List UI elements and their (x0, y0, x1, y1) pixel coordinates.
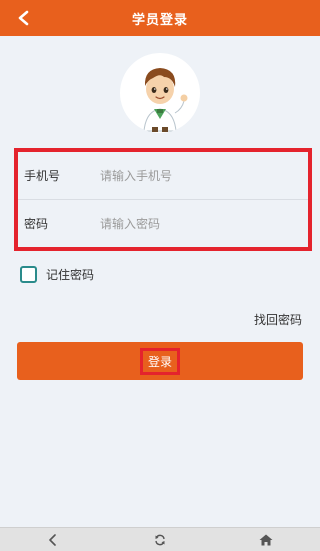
password-row: 密码 (18, 200, 308, 247)
back-icon (49, 534, 56, 546)
doctor-avatar-icon (143, 68, 188, 132)
remember-checkbox[interactable] (20, 266, 37, 283)
forgot-password-link[interactable]: 找回密码 (254, 311, 302, 328)
nav-back-button[interactable] (45, 532, 61, 548)
system-nav-bar (0, 527, 320, 551)
refresh-icon (155, 534, 165, 546)
home-icon (259, 534, 273, 546)
nav-refresh-button[interactable] (152, 532, 168, 548)
password-label: 密码 (24, 217, 49, 231)
page-title: 学员登录 (131, 12, 188, 28)
phone-row: 手机号 (18, 152, 308, 199)
password-input[interactable] (100, 211, 280, 236)
remember-password-toggle[interactable]: 记住密码 (20, 266, 94, 283)
phone-input[interactable] (100, 163, 280, 188)
avatar (120, 53, 200, 133)
login-form: 手机号 密码 (14, 148, 312, 251)
back-button[interactable] (12, 6, 36, 30)
remember-label: 记住密码 (46, 268, 95, 282)
nav-home-button[interactable] (258, 532, 274, 548)
phone-label: 手机号 (24, 169, 61, 183)
top-bar: 学员登录 (0, 0, 320, 36)
login-button[interactable]: 登录 (17, 342, 303, 380)
login-button-label: 登录 (139, 347, 180, 375)
chevron-left-icon (18, 10, 29, 26)
